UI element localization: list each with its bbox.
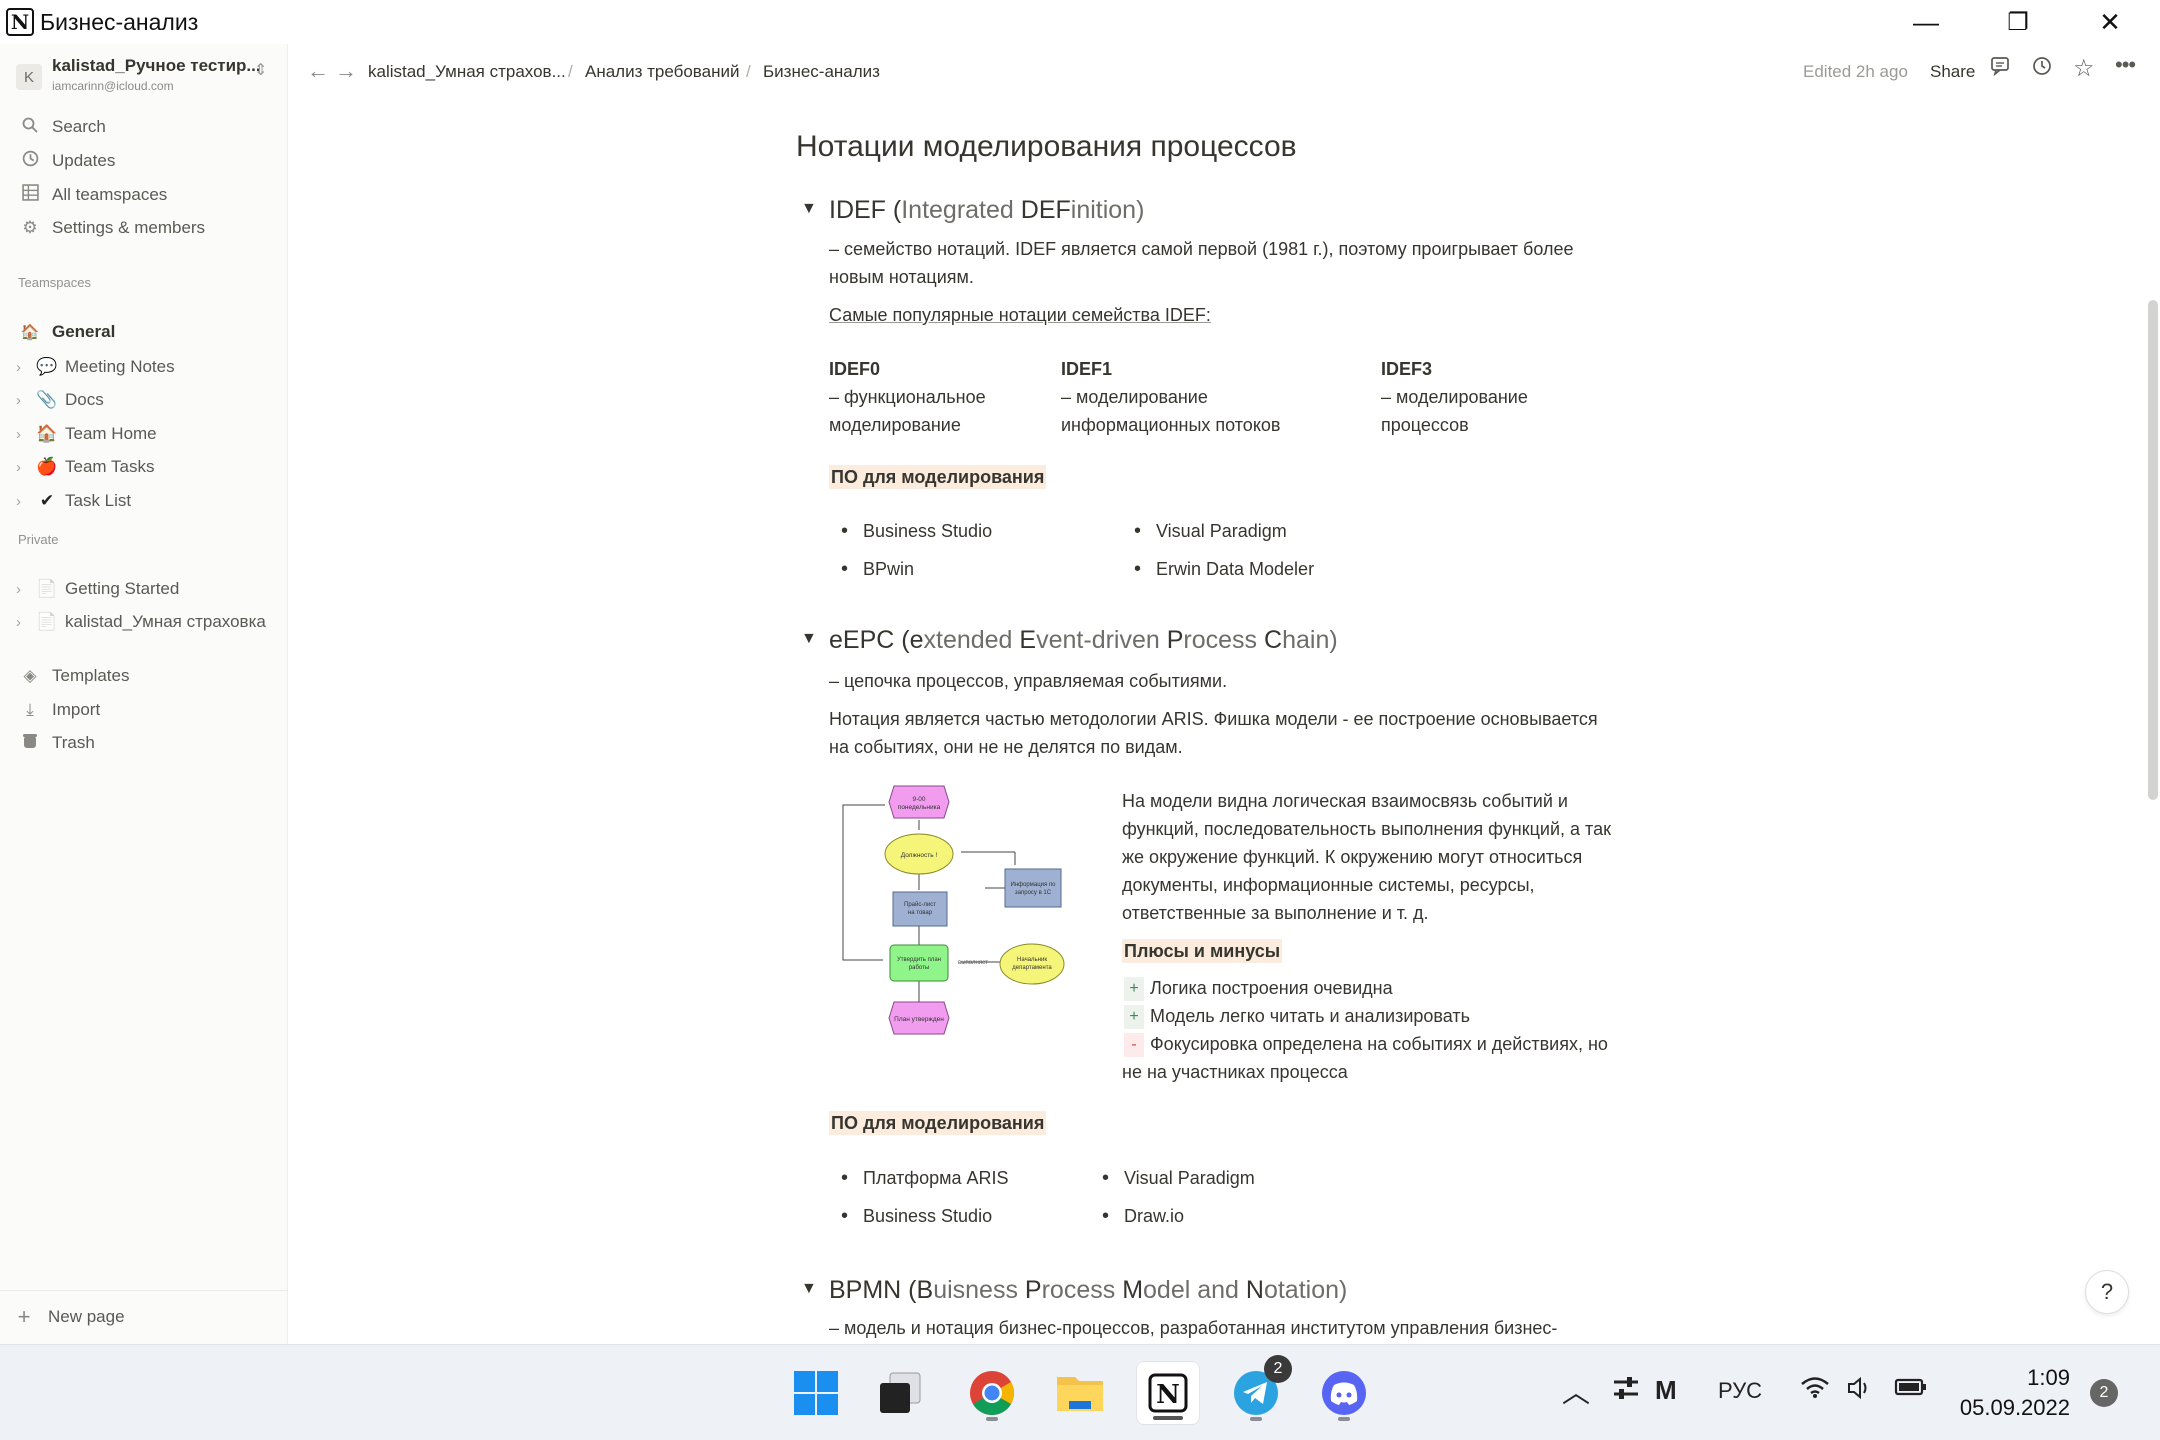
clock-time: 1:09 <box>2027 1365 2070 1390</box>
diagram-label: 9-00 <box>912 796 925 803</box>
list-item: Visual Paradigm <box>1102 1167 1255 1190</box>
active-indicator <box>1153 1416 1183 1420</box>
pros-cons-label: Плюсы и минусы <box>1122 939 1283 963</box>
running-indicator <box>986 1417 998 1421</box>
con-item-continued: не на участниках процесса <box>1122 1062 1348 1082</box>
diagram-label: Утвердить план <box>897 957 941 963</box>
con-item: - Фокусировка определена на событиях и де… <box>1124 1030 1608 1058</box>
chrome-icon[interactable] <box>960 1361 1024 1425</box>
diagram-label: Начальник <box>1017 957 1047 963</box>
list-item: Платформа ARIS <box>841 1167 1008 1190</box>
idef3-column: IDEF3 – моделирование процессов <box>1381 359 1528 435</box>
list-item: Visual Paradigm <box>1134 520 1287 543</box>
eepc-software-label: ПО для моделирования <box>829 1111 1047 1135</box>
running-indicator <box>1338 1417 1350 1421</box>
diagram-label: Информация по <box>1011 882 1057 888</box>
idef-heading: IDEF (Integrated DEFinition) <box>829 196 1145 224</box>
toggle-triangle-icon[interactable]: ▼ <box>801 1280 817 1298</box>
plus-icon: + <box>1124 1005 1144 1029</box>
list-item: Draw.io <box>1102 1205 1184 1228</box>
list-item: BPwin <box>841 558 914 581</box>
bpmn-description: – модель и нотация бизнес-процессов, раз… <box>829 1318 1558 1338</box>
page-title: Нотации моделирования процессов <box>796 130 1297 163</box>
diagram-label: понедельника <box>898 804 941 811</box>
diagram-label: План утвержден <box>894 1016 944 1023</box>
telegram-badge: 2 <box>1264 1355 1292 1383</box>
idef-popular-label: Самые популярные нотации семейства IDEF: <box>829 305 1211 325</box>
diagram-label: работы <box>909 965 929 971</box>
toggle-triangle-icon[interactable]: ▼ <box>801 630 817 648</box>
scrollbar[interactable] <box>2148 300 2158 800</box>
pro-item: + Логика построения очевидна <box>1124 974 1393 1002</box>
running-indicator <box>1250 1417 1262 1421</box>
idef-software-label: ПО для моделирования <box>829 465 1047 489</box>
diagram-label: департамента <box>1012 965 1052 971</box>
diagram-label: запросу в 1С <box>1015 890 1052 896</box>
eepc-note: Нотация является частью методологии ARIS… <box>829 709 1598 757</box>
pro-item: + Модель легко читать и анализировать <box>1124 1002 1470 1030</box>
bpmn-heading: BPMN (Buisness Process Model and Notatio… <box>829 1276 1348 1304</box>
eepc-diagram-image: 9-00 понедельника Должность ! Прайс-лист… <box>842 785 1065 1035</box>
diagram-label: выполняет <box>958 960 988 966</box>
file-explorer-icon[interactable] <box>1048 1361 1112 1425</box>
taskbar: N 2 ︿ M РУС 1:09 05.09.2022 2 <box>0 1344 2160 1440</box>
task-view-icon[interactable] <box>868 1361 932 1425</box>
notion-taskbar-icon[interactable]: N <box>1136 1361 1200 1425</box>
eepc-explanation: На модели видна логическая взаимосвязь с… <box>1122 791 1611 923</box>
start-button[interactable] <box>784 1361 848 1425</box>
language-indicator[interactable]: РУС <box>1718 1378 1762 1404</box>
eepc-heading: eEPC (extended Event-driven Process Chai… <box>829 626 1338 654</box>
tray-settings-icon[interactable] <box>1612 1375 1640 1408</box>
list-item: Erwin Data Modeler <box>1134 558 1314 581</box>
list-item: Business Studio <box>841 520 992 543</box>
svg-text:N: N <box>1156 1380 1180 1410</box>
help-button[interactable]: ? <box>2085 1270 2129 1314</box>
tray-chevron-up-icon[interactable]: ︿ <box>1562 1371 1590 1411</box>
discord-icon[interactable] <box>1312 1361 1376 1425</box>
list-item: Business Studio <box>841 1205 992 1228</box>
plus-icon: + <box>1124 977 1144 1001</box>
system-clock[interactable]: 1:09 05.09.2022 <box>1960 1363 2070 1423</box>
idef1-column: IDEF1 – моделирование информационных пото… <box>1061 359 1281 435</box>
volume-icon[interactable] <box>1846 1375 1874 1408</box>
tray-app-icon[interactable]: M <box>1655 1375 1677 1406</box>
diagram-label: Должность ! <box>901 852 938 859</box>
telegram-icon[interactable]: 2 <box>1224 1355 1292 1425</box>
diagram-label: Прайс-лист <box>904 901 936 908</box>
notification-badge[interactable]: 2 <box>2090 1379 2118 1407</box>
battery-icon[interactable] <box>1894 1375 1928 1406</box>
clock-date: 05.09.2022 <box>1959 1395 2070 1420</box>
idef-description: – семейство нотаций. IDEF является самой… <box>829 239 1574 287</box>
minus-icon: - <box>1124 1033 1144 1057</box>
wifi-icon[interactable] <box>1800 1375 1830 1406</box>
page-content: Нотации моделирования процессов ▼ IDEF (… <box>0 0 2160 1344</box>
idef0-column: IDEF0 – функциональное моделирование <box>829 359 986 435</box>
eepc-description: – цепочка процессов, управляемая события… <box>829 671 1228 691</box>
diagram-label: на товар <box>908 910 933 916</box>
toggle-triangle-icon[interactable]: ▼ <box>801 200 817 218</box>
